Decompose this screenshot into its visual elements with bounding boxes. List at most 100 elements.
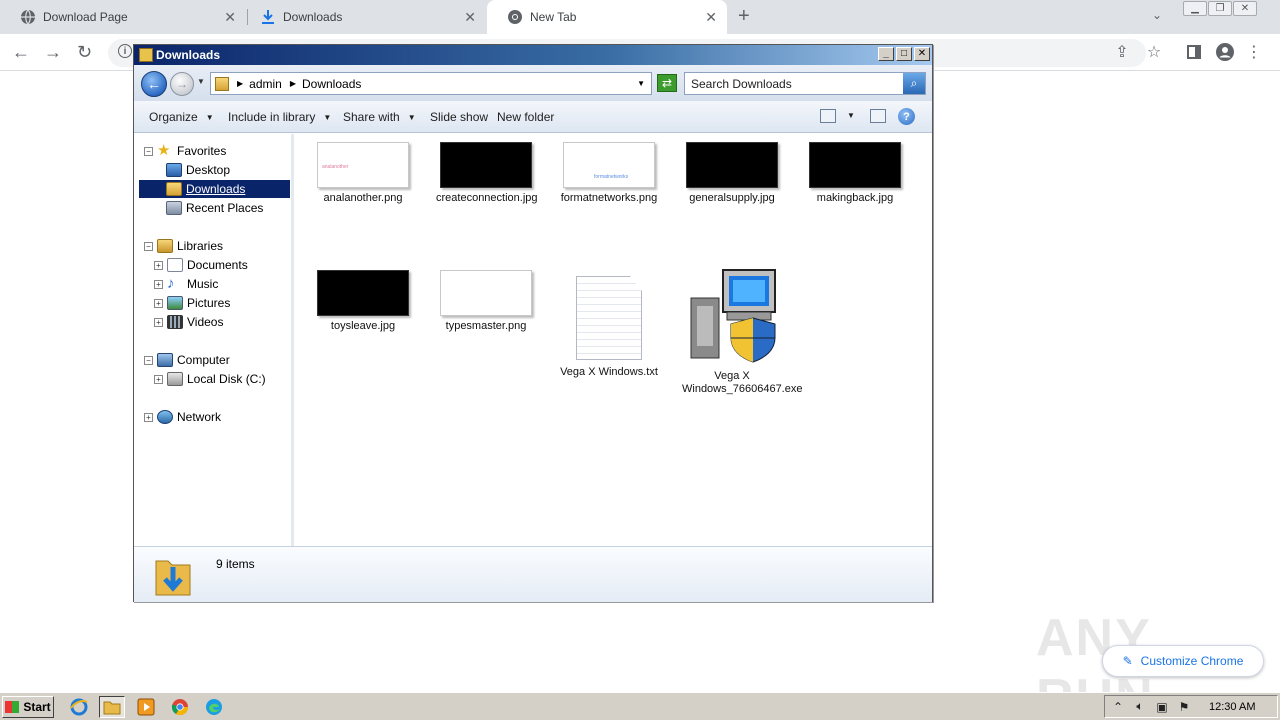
nav-documents[interactable]: + Documents xyxy=(154,256,248,274)
side-panel-icon[interactable] xyxy=(1185,43,1203,61)
back-icon[interactable]: ← xyxy=(12,42,30,63)
breadcrumb-downloads[interactable]: Downloads xyxy=(302,77,361,91)
tab-new-tab[interactable]: New Tab ✕ xyxy=(487,0,727,34)
nav-downloads[interactable]: Downloads xyxy=(139,180,290,198)
forward-arrow-icon[interactable]: → xyxy=(170,72,194,96)
edge-icon[interactable] xyxy=(201,696,227,718)
expand-icon[interactable]: + xyxy=(154,260,163,270)
chevron-down-icon: ▼ xyxy=(407,112,416,122)
explorer-titlebar[interactable]: Downloads _ □ ✕ xyxy=(134,45,932,65)
volume-icon[interactable]: 🔈︎ xyxy=(1131,699,1149,714)
file-item[interactable]: generalsupply.jpg xyxy=(682,142,782,205)
expand-icon[interactable]: + xyxy=(154,298,163,308)
start-button[interactable]: Start xyxy=(2,696,54,718)
text-file-icon xyxy=(576,276,642,360)
new-tab-icon[interactable]: + xyxy=(738,5,750,28)
tab-download-page[interactable]: Download Page ✕ xyxy=(0,0,246,34)
close-tab-icon[interactable]: ✕ xyxy=(705,9,717,26)
view-dropdown-icon[interactable]: ▼ xyxy=(847,111,855,120)
show-hidden-icons-icon[interactable]: ⌃ xyxy=(1109,700,1127,714)
nav-favorites[interactable]: − ★ Favorites xyxy=(144,142,226,160)
close-tab-icon[interactable]: ✕ xyxy=(224,9,236,26)
preview-pane-icon[interactable] xyxy=(870,109,886,123)
back-arrow-icon[interactable]: ← xyxy=(141,71,167,97)
hard-drive-icon xyxy=(167,372,183,386)
downloads-folder-icon xyxy=(166,182,182,196)
nav-computer[interactable]: − Computer xyxy=(144,351,230,369)
file-item[interactable]: analanother analanother.png xyxy=(313,142,413,205)
status-bar: 9 items xyxy=(134,546,932,602)
minimize-icon[interactable]: _ xyxy=(878,47,894,61)
file-item[interactable]: Vega X Windows_76606467.exe xyxy=(682,268,802,396)
forward-icon[interactable]: → xyxy=(44,42,62,63)
collapse-icon[interactable]: − xyxy=(144,355,153,365)
refresh-icon[interactable]: ⇄ xyxy=(657,74,677,92)
history-dropdown-icon[interactable]: ▼ xyxy=(197,77,205,86)
file-explorer-icon[interactable] xyxy=(99,696,125,718)
file-item[interactable]: makingback.jpg xyxy=(805,142,905,205)
share-icon[interactable]: ⇪ xyxy=(1113,43,1131,61)
nav-local-disk[interactable]: + Local Disk (C:) xyxy=(154,370,266,388)
chevron-right-icon[interactable]: ▶ xyxy=(290,79,296,88)
nav-pictures[interactable]: + Pictures xyxy=(154,294,230,312)
include-in-library-button[interactable]: Include in library ▼ xyxy=(228,110,331,124)
expand-icon[interactable]: + xyxy=(144,412,153,422)
search-input[interactable]: Search Downloads ⌕ xyxy=(684,72,926,95)
action-center-flag-icon[interactable]: ⚑ xyxy=(1175,700,1193,714)
nav-desktop[interactable]: Desktop xyxy=(166,161,230,179)
maximize-icon[interactable]: □ xyxy=(896,47,912,61)
windows-logo-icon xyxy=(5,701,20,713)
nav-recent-places[interactable]: Recent Places xyxy=(166,199,263,217)
close-tab-icon[interactable]: ✕ xyxy=(464,9,476,26)
close-icon[interactable]: ✕ xyxy=(1233,1,1257,16)
search-icon[interactable]: ⌕ xyxy=(903,73,925,94)
image-thumbnail xyxy=(440,270,532,316)
expand-icon[interactable]: + xyxy=(154,279,163,289)
file-item[interactable]: createconnection.jpg xyxy=(436,142,538,205)
download-icon xyxy=(260,9,276,25)
internet-explorer-icon[interactable] xyxy=(66,696,92,718)
nav-music[interactable]: + ♪ Music xyxy=(154,275,218,293)
nav-network[interactable]: + Network xyxy=(144,408,221,426)
expand-icon[interactable]: + xyxy=(154,317,163,327)
globe-icon xyxy=(20,9,36,25)
collapse-icon[interactable]: − xyxy=(144,146,153,156)
explorer-address-box[interactable]: ▶ admin ▶ Downloads ▼ xyxy=(210,72,652,95)
customize-chrome-button[interactable]: ✎ Customize Chrome xyxy=(1102,645,1264,677)
media-player-icon[interactable] xyxy=(133,696,159,718)
tab-downloads[interactable]: Downloads ✕ xyxy=(240,0,486,34)
change-view-icon[interactable] xyxy=(820,109,836,123)
clock[interactable]: 12:30 AM xyxy=(1209,701,1255,713)
bookmark-star-icon[interactable]: ☆ xyxy=(1145,43,1163,61)
slide-show-button[interactable]: Slide show xyxy=(430,110,488,124)
site-info-icon[interactable]: i xyxy=(118,44,132,58)
nav-videos[interactable]: + Videos xyxy=(154,313,223,331)
file-item[interactable]: typesmaster.png xyxy=(436,270,536,333)
navigation-pane: − ★ Favorites Desktop Downloads Recent P… xyxy=(134,134,294,546)
nav-libraries[interactable]: − Libraries xyxy=(144,237,223,255)
minimize-icon[interactable]: ▁ xyxy=(1183,1,1207,16)
close-icon[interactable]: ✕ xyxy=(914,47,930,61)
organize-button[interactable]: Organize ▼ xyxy=(149,110,214,124)
profile-avatar-icon[interactable] xyxy=(1216,43,1234,61)
share-with-button[interactable]: Share with ▼ xyxy=(343,110,416,124)
collapse-icon[interactable]: − xyxy=(144,241,153,251)
network-status-icon[interactable]: ▣ xyxy=(1153,700,1171,714)
address-dropdown-icon[interactable]: ▼ xyxy=(637,79,645,88)
more-menu-icon[interactable]: ⋮ xyxy=(1245,43,1263,61)
chevron-down-icon[interactable]: ⌄ xyxy=(1152,8,1162,22)
image-thumbnail xyxy=(317,270,409,316)
chevron-right-icon[interactable]: ▶ xyxy=(237,79,243,88)
restore-icon[interactable]: ❐ xyxy=(1208,1,1232,16)
file-item[interactable]: toysleave.jpg xyxy=(313,270,413,333)
libraries-icon xyxy=(157,239,173,253)
file-item[interactable]: Vega X Windows.txt xyxy=(559,276,659,379)
file-item[interactable]: formatnetworks formatnetworks.png xyxy=(559,142,659,205)
image-thumbnail xyxy=(440,142,532,188)
new-folder-button[interactable]: New folder xyxy=(497,110,554,124)
help-icon[interactable]: ? xyxy=(898,108,915,125)
breadcrumb-admin[interactable]: admin xyxy=(249,77,282,91)
reload-icon[interactable]: ↻ xyxy=(77,42,92,63)
chrome-icon[interactable] xyxy=(167,696,193,718)
expand-icon[interactable]: + xyxy=(154,374,163,384)
